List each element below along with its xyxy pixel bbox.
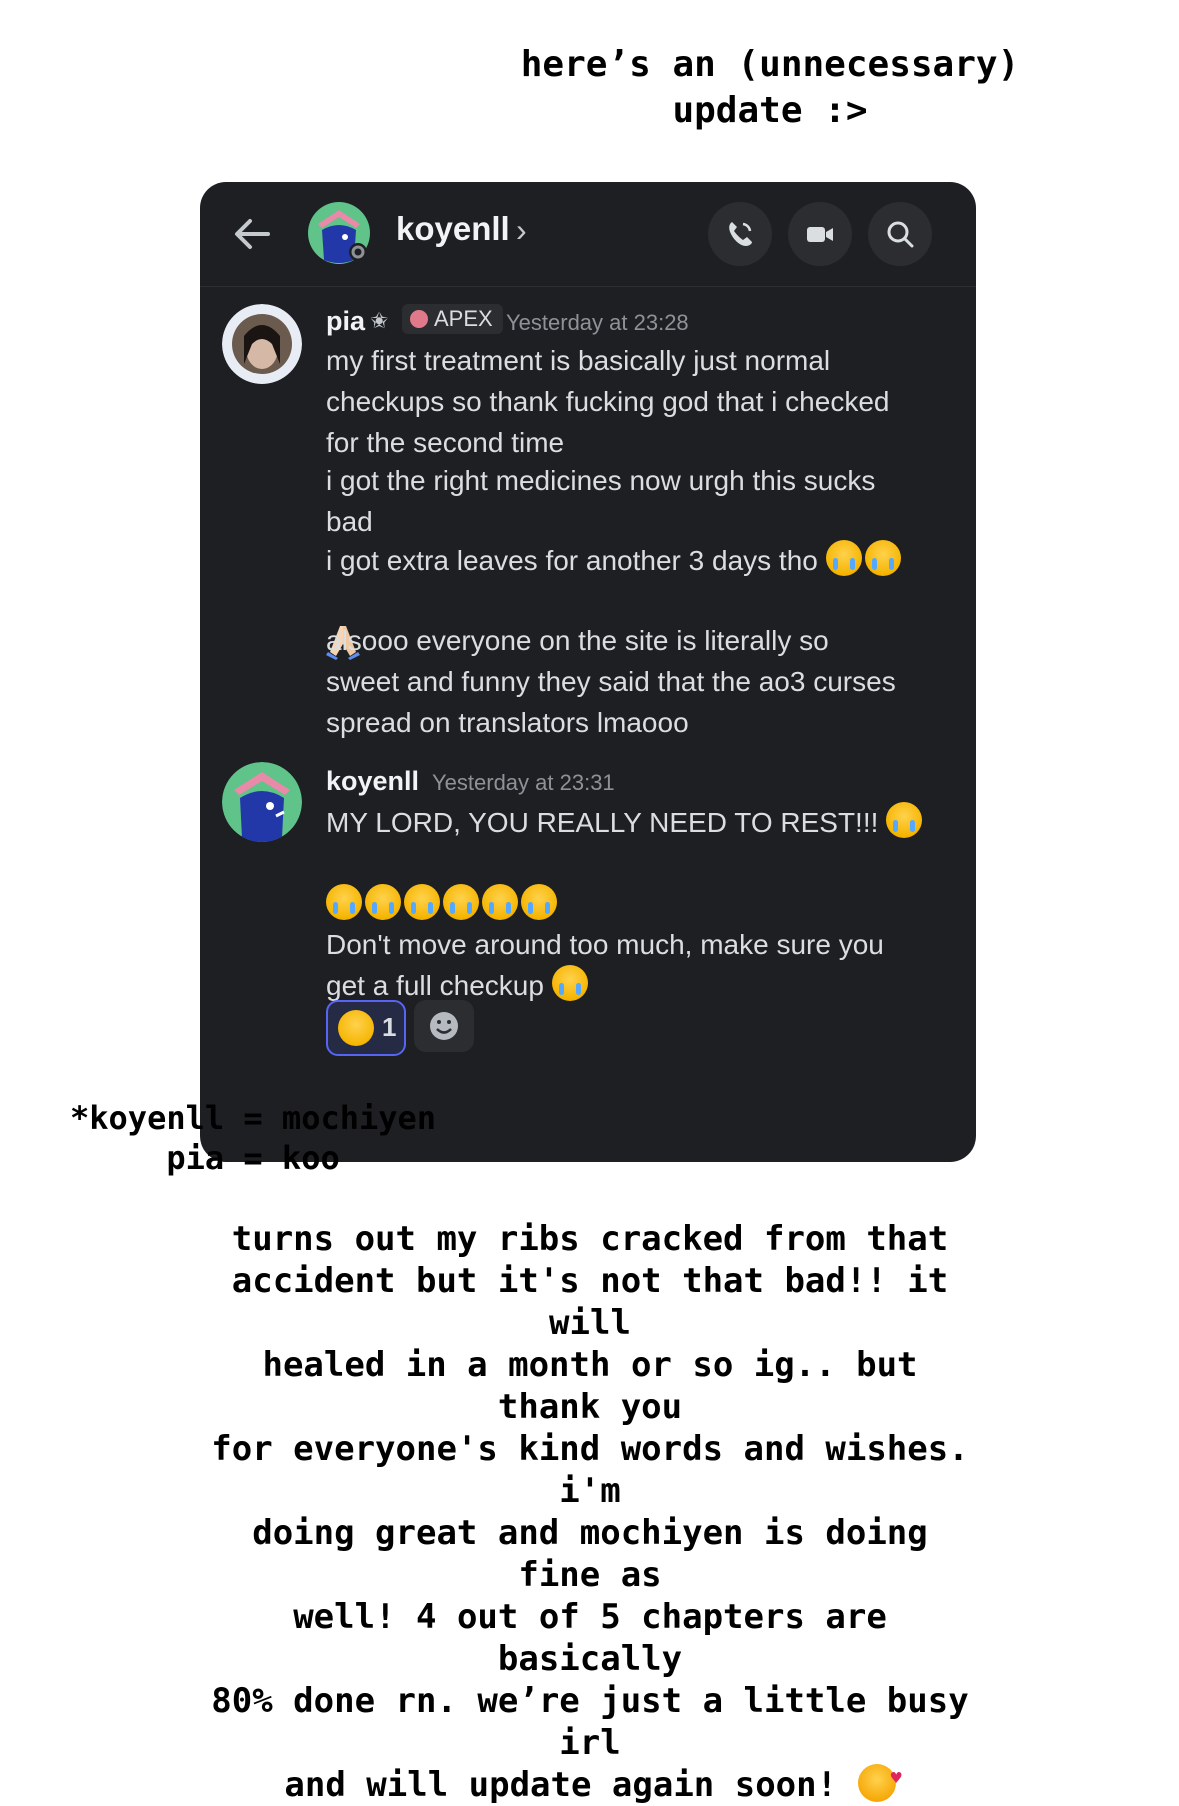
contact-name[interactable]: koyenll (396, 210, 510, 248)
loudly-crying-emoji (825, 540, 862, 576)
chat-header: koyenll › (200, 182, 976, 287)
message-author[interactable]: koyenll (326, 766, 419, 797)
loudly-crying-emoji (404, 884, 440, 920)
call-button[interactable] (708, 202, 772, 266)
loudly-crying-emoji (886, 802, 923, 838)
arrow-left-icon[interactable] (230, 212, 274, 256)
phone-icon (729, 222, 752, 246)
message-text: my first treatment is basically just nor… (326, 345, 890, 458)
smile-icon (430, 1012, 458, 1040)
video-camera-icon (807, 227, 833, 242)
message-author[interactable]: pia (326, 306, 365, 337)
message-text: alsooo everyone on the site is literally… (326, 625, 896, 738)
contact-avatar[interactable] (308, 202, 370, 264)
message-text: i got the right medicines now urgh this … (326, 465, 876, 537)
message-text: Don't move around too much, make sure yo… (326, 929, 884, 1001)
chat-panel: koyenll › pia ✬ APEX Yesterday at 23:28 … (200, 182, 976, 1162)
loudly-crying-emoji (551, 965, 588, 1001)
loudly-crying-emoji (365, 884, 401, 920)
laughing-tears-emoji (338, 1010, 374, 1046)
bottom-note: turns out my ribs cracked from that acci… (210, 1218, 970, 1806)
loudly-crying-emoji (521, 884, 557, 920)
loudly-crying-emoji (443, 884, 479, 920)
pia-avatar[interactable] (222, 304, 302, 384)
video-call-button[interactable] (788, 202, 852, 266)
star-badge-icon: ✬ (370, 308, 389, 333)
message-timestamp: Yesterday at 23:28 (506, 310, 689, 335)
skull-icon (410, 310, 428, 328)
search-button[interactable] (868, 202, 932, 266)
reaction-count: 1 (382, 1012, 397, 1042)
smiling-face-with-hearts-emoji (857, 1758, 902, 1802)
loudly-crying-emoji (326, 884, 362, 920)
add-reaction-button[interactable] (414, 1000, 474, 1052)
reaction-pill[interactable]: 1 (326, 1000, 406, 1056)
search-icon (887, 221, 914, 248)
server-tag: APEX (402, 304, 503, 334)
name-legend: *koyenll = mochiyen pia = koo (70, 1099, 437, 1177)
koyenll-avatar[interactable] (222, 762, 302, 842)
message-timestamp: Yesterday at 23:31 (432, 770, 615, 795)
message-text: MY LORD, YOU REALLY NEED TO REST!!! (326, 802, 966, 925)
top-note: here’s an (unnecessary) update :> (520, 44, 1020, 131)
loudly-crying-emoji (864, 540, 901, 576)
chevron-right-icon[interactable]: › (516, 212, 527, 249)
loudly-crying-emoji (482, 884, 518, 920)
